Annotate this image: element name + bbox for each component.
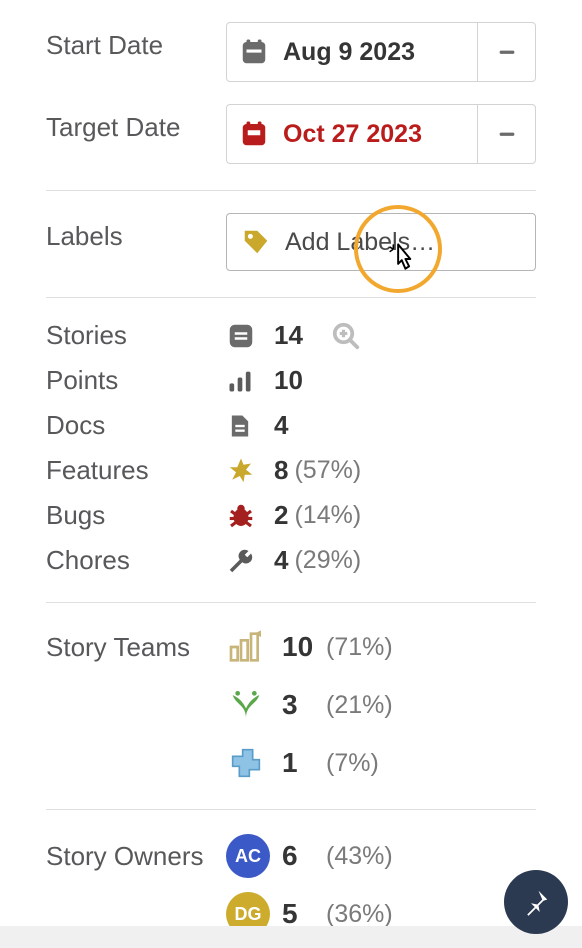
owner-2-pct: (36%) <box>326 900 393 929</box>
bugs-label: Bugs <box>46 500 226 531</box>
labels-label: Labels <box>46 213 226 252</box>
wrench-icon <box>226 546 266 576</box>
story-owners-label: Story Owners <box>46 841 226 872</box>
features-value: 8 <box>274 455 288 486</box>
story-teams-label: Story Teams <box>46 632 226 663</box>
bugs-value: 2 <box>274 500 288 531</box>
pin-button[interactable] <box>504 870 568 934</box>
add-labels-button[interactable]: Add Labels… <box>226 213 536 271</box>
add-labels-text: Add Labels… <box>285 228 435 257</box>
points-value: 10 <box>274 365 303 396</box>
docs-label: Docs <box>46 410 226 441</box>
start-date-clear-button[interactable] <box>477 23 535 81</box>
target-date-label: Target Date <box>46 104 226 143</box>
features-label: Features <box>46 455 226 486</box>
doc-icon <box>226 412 266 440</box>
team-3-pct: (7%) <box>326 749 379 778</box>
bug-icon <box>226 501 266 531</box>
target-date-field[interactable]: Oct 27 2023 <box>226 104 536 164</box>
team-1-value: 10 <box>282 631 326 663</box>
start-date-value: Aug 9 2023 <box>283 38 415 67</box>
star-burst-icon <box>226 456 266 486</box>
stories-label: Stories <box>46 320 226 351</box>
tag-icon <box>241 227 271 257</box>
avatar: AC <box>226 834 270 878</box>
target-date-clear-button[interactable] <box>477 105 535 163</box>
team-1-pct: (71%) <box>326 633 393 662</box>
chores-label: Chores <box>46 545 226 576</box>
team-icon-2 <box>226 685 282 725</box>
chores-value: 4 <box>274 545 288 576</box>
calendar-alert-icon <box>239 119 269 149</box>
features-pct: (57%) <box>294 456 361 485</box>
bar-chart-icon <box>226 367 266 395</box>
start-date-field[interactable]: Aug 9 2023 <box>226 22 536 82</box>
owner-1-value: 6 <box>282 840 326 872</box>
stories-value: 14 <box>274 320 303 351</box>
start-date-label: Start Date <box>46 22 226 61</box>
bugs-pct: (14%) <box>294 501 361 530</box>
owner-1-pct: (43%) <box>326 842 393 871</box>
docs-value: 4 <box>274 410 288 441</box>
team-icon-3 <box>226 743 282 783</box>
zoom-in-icon[interactable] <box>331 321 361 351</box>
team-3-value: 1 <box>282 747 326 779</box>
target-date-value: Oct 27 2023 <box>283 120 422 149</box>
stories-icon <box>226 321 266 351</box>
team-icon-1 <box>226 627 282 667</box>
points-label: Points <box>46 365 226 396</box>
chores-pct: (29%) <box>294 546 361 575</box>
calendar-icon <box>239 37 269 67</box>
bottom-shade <box>0 926 582 948</box>
team-2-value: 3 <box>282 689 326 721</box>
team-2-pct: (21%) <box>326 691 393 720</box>
